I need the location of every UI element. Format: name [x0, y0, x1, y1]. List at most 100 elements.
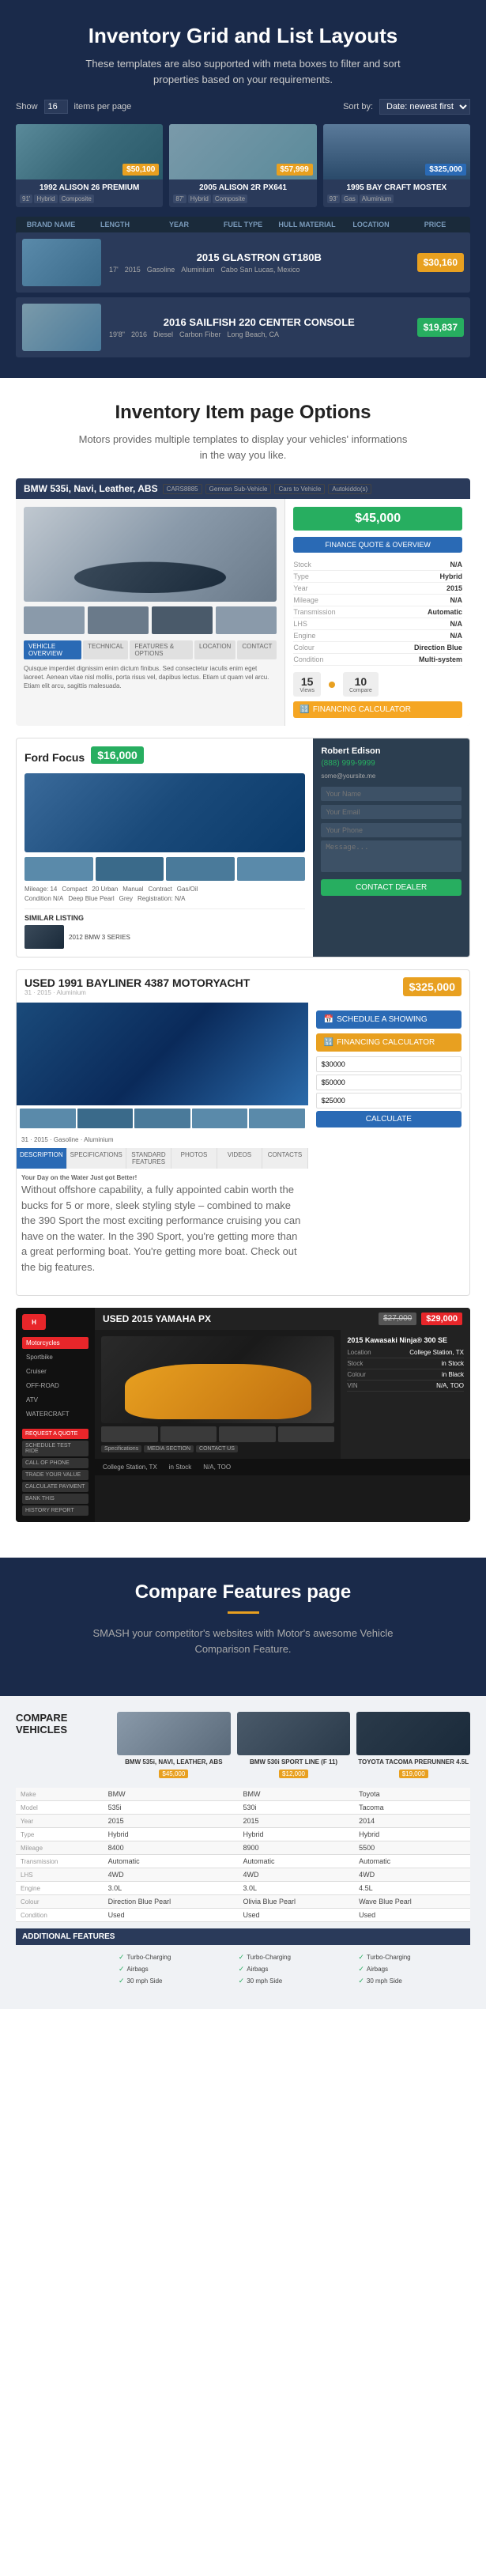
- bmw-thumb-1[interactable]: [24, 606, 85, 634]
- model-label: Model: [16, 1801, 104, 1815]
- bmw-thumb-4[interactable]: [216, 606, 277, 634]
- call-btn[interactable]: CALL OF PHONE: [22, 1458, 89, 1468]
- colour-val-3: Wave Blue Pearl: [354, 1895, 470, 1909]
- sidebar-motorcycles[interactable]: Motorcycles: [22, 1337, 89, 1349]
- tab-videos[interactable]: VIDEOS: [217, 1148, 262, 1169]
- list-row-price-2: $19,837: [417, 318, 464, 337]
- check-icon: ✓: [239, 1965, 245, 1974]
- contact-email-input[interactable]: [321, 805, 462, 819]
- yamaha-thumb-4[interactable]: [278, 1426, 335, 1442]
- compare-row-year: Year 2015 2015 2014: [16, 1815, 470, 1828]
- bmw-description: Quisque imperdiet dignissim enim dictum …: [24, 664, 277, 691]
- financing-calc-btn[interactable]: 🔢 FINANCING CALCULATOR: [316, 1033, 462, 1052]
- tab-features[interactable]: FEATURES & OPTIONS: [130, 640, 193, 659]
- bayliner-thumb-5[interactable]: [249, 1109, 305, 1128]
- make-val-1: BMW: [104, 1788, 239, 1801]
- tab-standard[interactable]: STANDARD FEATURES: [126, 1148, 171, 1169]
- car-card-2[interactable]: $57,999 2005 ALISON 2R PX641 87' Hybrid …: [169, 124, 316, 207]
- tab-specifications[interactable]: SPECIFICATIONS: [67, 1148, 126, 1169]
- tab-description[interactable]: DESCRIPTION: [17, 1148, 67, 1169]
- year-label: Year: [16, 1815, 104, 1828]
- ford-thumb-1[interactable]: [24, 857, 93, 881]
- calc-input-3[interactable]: [316, 1093, 462, 1109]
- yamaha-thumb-3[interactable]: [219, 1426, 276, 1442]
- sidebar-offroad[interactable]: OFF-ROAD: [22, 1380, 89, 1392]
- contact-phone-input[interactable]: [321, 823, 462, 837]
- bank-btn[interactable]: BANK THIS: [22, 1494, 89, 1504]
- list-row-info-1: 2015 GLASTRON GT180B 17' 2015 Gasoline A…: [109, 251, 409, 274]
- calc-input-2[interactable]: [316, 1075, 462, 1090]
- ford-thumb-3[interactable]: [166, 857, 235, 881]
- compare-header: COMPARE VEHICLES BMW 535i, NAVI, LEATHER…: [16, 1712, 470, 1780]
- tab-location[interactable]: LOCATION: [194, 640, 235, 659]
- compare-row-mileage: Mileage 8400 8900 5500: [16, 1841, 470, 1855]
- spec-year: Year2015: [293, 583, 462, 595]
- th-year: YEAR: [150, 221, 208, 229]
- calc-input-1[interactable]: [316, 1056, 462, 1072]
- yamaha-action-btns: REQUEST A QUOTE SCHEDULE TEST RIDE CALL …: [22, 1429, 89, 1516]
- contact-message-input[interactable]: [321, 840, 462, 872]
- contact-dealer-btn[interactable]: CONTACT DEALER: [321, 879, 462, 896]
- ford-thumb-4[interactable]: [237, 857, 306, 881]
- yamaha-thumb-1[interactable]: [101, 1426, 158, 1442]
- make-label: Make: [16, 1788, 104, 1801]
- history-btn[interactable]: HISTORY REPORT: [22, 1505, 89, 1516]
- compare-white-section: COMPARE VEHICLES BMW 535i, NAVI, LEATHER…: [0, 1696, 486, 2009]
- type-label: Type: [16, 1828, 104, 1841]
- bayliner-thumb-1[interactable]: [20, 1109, 76, 1128]
- sidebar-cruiser[interactable]: Cruiser: [22, 1365, 89, 1377]
- bmw-thumb-3[interactable]: [152, 606, 213, 634]
- trade-value-btn[interactable]: TRADE YOUR VALUE: [22, 1470, 89, 1480]
- bmw-financing-btn[interactable]: 🔢 FINANCING CALCULATOR: [293, 701, 462, 718]
- tab-vehicle-overview[interactable]: VEHICLE OVERVIEW: [24, 640, 81, 659]
- tab-contacts[interactable]: CONTACTS: [262, 1148, 307, 1169]
- similar-label: SIMILAR LISTING: [24, 914, 305, 922]
- make-val-3: Toyota: [354, 1788, 470, 1801]
- sidebar-watercraft[interactable]: WATERCRAFT: [22, 1408, 89, 1420]
- car-card-img-3: $325,000: [323, 124, 470, 179]
- car-card-3[interactable]: $325,000 1995 BAY CRAFT MOSTEX 93' Gas A…: [323, 124, 470, 207]
- bayliner-thumb-4[interactable]: [192, 1109, 248, 1128]
- schedule-btn[interactable]: 📅 SCHEDULE A SHOWING: [316, 1010, 462, 1029]
- compare-price-2: $12,000: [279, 1770, 308, 1778]
- ford-price: $16,000: [91, 746, 144, 764]
- list-row-title-2: 2016 SAILFISH 220 CENTER CONSOLE: [109, 316, 409, 328]
- bayliner-desc-title: Your Day on the Water Just got Better!: [21, 1174, 137, 1181]
- list-row-2[interactable]: 2016 SAILFISH 220 CENTER CONSOLE 19'8" 2…: [16, 297, 470, 357]
- bayliner-thumb-3[interactable]: [134, 1109, 190, 1128]
- car-card-info-3: 1995 BAY CRAFT MOSTEX 93' Gas Aluminium: [323, 179, 470, 207]
- sidebar-atv[interactable]: ATV: [22, 1394, 89, 1406]
- check-icon: ✓: [239, 1953, 245, 1962]
- car-card-1[interactable]: $50,100 1992 ALISON 26 PREMIUM 91' Hybri…: [16, 124, 163, 207]
- show-input[interactable]: [44, 100, 68, 114]
- ford-meta: Mileage: 14 Compact 20 Urban Manual Cont…: [24, 886, 305, 893]
- yamaha-old-price: $27,000: [379, 1313, 416, 1325]
- condition-label: Condition: [16, 1909, 104, 1922]
- compare-row-colour: Colour Direction Blue Pearl Olivia Blue …: [16, 1895, 470, 1909]
- yamaha-bottom-location: College Station, TX: [103, 1464, 157, 1471]
- tab-photos[interactable]: PHOTOS: [171, 1148, 217, 1169]
- tab-technical[interactable]: TECHNICAL: [83, 640, 128, 659]
- bmw-thumb-2[interactable]: [88, 606, 149, 634]
- yamaha-content: Specifications MEDIA SECTION CONTACT US …: [95, 1330, 470, 1459]
- sort-select[interactable]: Date: newest first: [379, 99, 470, 115]
- yamaha-thumb-2[interactable]: [160, 1426, 217, 1442]
- contact-name-input[interactable]: [321, 787, 462, 801]
- list-row-1[interactable]: 2015 GLASTRON GT180B 17' 2015 Gasoline A…: [16, 232, 470, 293]
- bayliner-card: USED 1991 BAYLINER 4387 MOTORYACHT 31 · …: [16, 969, 470, 1296]
- engine-val-3: 4.5L: [354, 1882, 470, 1895]
- calc-submit-btn[interactable]: CALCULATE: [316, 1111, 462, 1127]
- tag: Composite: [59, 195, 94, 203]
- lhs-val-3: 4WD: [354, 1868, 470, 1882]
- bayliner-thumb-2[interactable]: [77, 1109, 134, 1128]
- ford-thumb-2[interactable]: [96, 857, 164, 881]
- schedule-test-btn[interactable]: SCHEDULE TEST RIDE: [22, 1441, 89, 1456]
- bmw-layout: VEHICLE OVERVIEW TECHNICAL FEATURES & OP…: [16, 499, 470, 726]
- request-quote-btn[interactable]: REQUEST A QUOTE: [22, 1429, 89, 1439]
- tab-contact[interactable]: CONTACT: [237, 640, 277, 659]
- sidebar-sportbike[interactable]: Sportbike: [22, 1351, 89, 1363]
- bayliner-title: USED 1991 BAYLINER 4387 MOTORYACHT: [24, 976, 250, 989]
- calc-payment-btn[interactable]: CALCULATE PAYMENT: [22, 1482, 89, 1492]
- schedule-icon: 📅: [324, 1015, 333, 1024]
- bmw-finance-btn[interactable]: FINANCE QUOTE & OVERVIEW: [293, 537, 462, 553]
